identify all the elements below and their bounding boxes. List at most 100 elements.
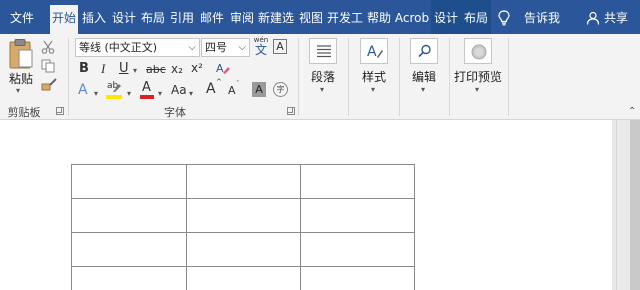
tab-layout[interactable]: 布局: [139, 0, 167, 34]
ribbon-tab-bar: 文件 开始 插入 设计 布局 引用 邮件 审阅 新建选 视图 开发工 帮助 Ac…: [0, 0, 640, 34]
phonetic-guide-button[interactable]: wén 文: [252, 36, 270, 58]
share-button[interactable]: 共享: [604, 0, 628, 34]
text-effects-button[interactable]: A: [78, 82, 88, 98]
format-painter-icon[interactable]: [41, 78, 57, 92]
paragraph-button[interactable]: [309, 38, 337, 64]
copy-icon[interactable]: [41, 59, 55, 73]
chevron-down-icon: ⌵: [238, 42, 246, 53]
paste-caret[interactable]: ▾: [16, 86, 20, 95]
clear-formatting-icon[interactable]: A: [215, 61, 231, 75]
table-cell[interactable]: [186, 164, 300, 198]
tab-acrobat[interactable]: Acrob: [393, 0, 431, 34]
styles-icon: A: [367, 44, 383, 60]
collapse-ribbon-icon[interactable]: ⌃: [628, 106, 636, 117]
table-cell[interactable]: [71, 232, 186, 266]
svg-text:A: A: [367, 44, 377, 60]
ribbon-home: 粘贴 ▾ 剪贴板 等线 (中文正文) ⌵ 四号 ⌵ wén 文 A B I U …: [0, 34, 640, 120]
font-dialog-launcher[interactable]: [287, 107, 295, 115]
print-preview-caret[interactable]: ▾: [475, 85, 479, 94]
chevron-down-icon: ⌵: [188, 42, 196, 53]
table-cell[interactable]: [300, 164, 414, 198]
char-border-button[interactable]: A: [273, 39, 287, 54]
change-case-button[interactable]: Aa: [171, 83, 187, 97]
change-case-caret[interactable]: ▾: [189, 89, 193, 98]
superscript-button[interactable]: x²: [191, 61, 203, 75]
tab-new-group[interactable]: 新建选: [257, 0, 295, 34]
tab-developer[interactable]: 开发工: [326, 0, 364, 34]
table-cell[interactable]: [71, 198, 186, 232]
grow-arrow-icon: ^: [216, 78, 222, 86]
group-separator: [298, 38, 299, 116]
strikethrough-button[interactable]: abc: [146, 63, 166, 76]
font-color-bar: [140, 95, 154, 99]
highlighter-pen-icon: [113, 84, 121, 92]
paragraph-label[interactable]: 段落: [305, 68, 341, 85]
group-separator: [508, 38, 509, 116]
font-name-combo[interactable]: 等线 (中文正文) ⌵: [75, 38, 200, 57]
text-effects-caret[interactable]: ▾: [94, 89, 98, 98]
grow-font-button[interactable]: A: [206, 81, 216, 97]
italic-button[interactable]: I: [101, 61, 105, 77]
table-cell[interactable]: [71, 266, 186, 290]
highlight-caret[interactable]: ▾: [127, 89, 131, 98]
underline-button[interactable]: U: [119, 61, 129, 76]
tab-view[interactable]: 视图: [297, 0, 325, 34]
tab-table-design[interactable]: 设计: [431, 0, 461, 34]
group-separator: [449, 38, 450, 116]
table-cell[interactable]: [300, 266, 414, 290]
tab-file[interactable]: 文件: [4, 0, 40, 34]
styles-button[interactable]: A: [360, 38, 388, 64]
document-page[interactable]: [0, 120, 612, 290]
styles-caret[interactable]: ▾: [371, 85, 375, 94]
enclose-char-button[interactable]: 字: [273, 82, 288, 97]
document-canvas: [0, 120, 616, 290]
font-group-label: 字体: [164, 106, 186, 119]
editing-button[interactable]: [410, 38, 438, 64]
paragraph-caret[interactable]: ▾: [320, 85, 324, 94]
editing-caret[interactable]: ▾: [421, 85, 425, 94]
cut-icon[interactable]: [41, 40, 55, 54]
table-cell[interactable]: [300, 232, 414, 266]
print-preview-label[interactable]: 打印预览: [452, 68, 504, 85]
print-preview-icon: [471, 44, 487, 60]
font-color-caret[interactable]: ▾: [158, 89, 162, 98]
highlight-button[interactable]: ab: [106, 81, 124, 99]
table-cell[interactable]: [300, 198, 414, 232]
tab-references[interactable]: 引用: [168, 0, 196, 34]
underline-caret[interactable]: ▾: [133, 66, 137, 75]
clipboard-dialog-launcher[interactable]: [56, 107, 64, 115]
editing-label[interactable]: 编辑: [406, 68, 442, 85]
table-cell[interactable]: [186, 198, 300, 232]
find-magnifier-icon: [418, 44, 431, 58]
lightbulb-icon[interactable]: [498, 10, 510, 26]
tab-review[interactable]: 审阅: [228, 0, 256, 34]
font-size-combo[interactable]: 四号 ⌵: [201, 38, 250, 57]
tab-design[interactable]: 设计: [110, 0, 138, 34]
table-cell[interactable]: [71, 164, 186, 198]
tab-insert[interactable]: 插入: [80, 0, 108, 34]
styles-label[interactable]: 样式: [356, 68, 392, 85]
print-preview-button[interactable]: [464, 38, 492, 64]
tab-table-layout[interactable]: 布局: [461, 0, 491, 34]
group-separator: [348, 38, 349, 116]
table-right-border: [414, 164, 415, 290]
paste-label[interactable]: 粘贴: [8, 70, 34, 87]
table-cell[interactable]: [186, 232, 300, 266]
tab-home[interactable]: 开始: [50, 5, 78, 34]
tab-help[interactable]: 帮助: [365, 0, 393, 34]
tab-mailings[interactable]: 邮件: [198, 0, 226, 34]
table-cell[interactable]: [186, 266, 300, 290]
bold-button[interactable]: B: [79, 61, 89, 76]
font-color-button[interactable]: A: [140, 80, 154, 99]
scrollbar-thumb[interactable]: [630, 120, 640, 290]
paragraph-icon: [317, 45, 331, 58]
subscript-button[interactable]: x₂: [171, 62, 183, 76]
char-shading-button[interactable]: A: [252, 82, 266, 97]
font-color-glyph: A: [142, 80, 151, 95]
group-separator: [399, 38, 400, 116]
tell-me-box[interactable]: 告诉我: [524, 0, 560, 34]
group-separator: [68, 38, 69, 116]
svg-text:A: A: [216, 62, 224, 75]
paste-icon[interactable]: [8, 38, 34, 70]
shrink-font-button[interactable]: A: [228, 84, 236, 97]
